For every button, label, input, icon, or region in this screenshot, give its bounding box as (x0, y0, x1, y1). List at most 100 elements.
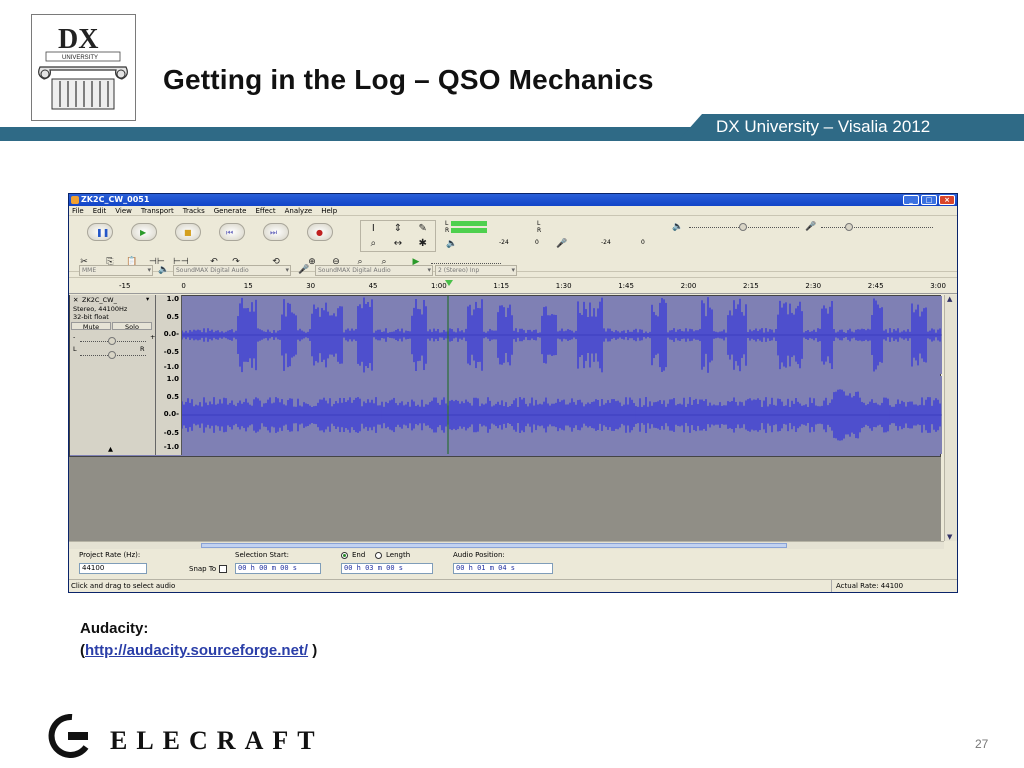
header-subtitle: DX University – Visalia 2012 (716, 117, 931, 136)
speaker-icon[interactable]: 🔈 (445, 238, 459, 250)
scroll-up-icon[interactable]: ▲ (947, 295, 952, 303)
audio-position-label: Audio Position: (453, 551, 505, 559)
envelope-tool-icon[interactable]: ⇕ (386, 221, 411, 236)
microphone-icon[interactable]: 🎤 (555, 238, 569, 250)
stop-button[interactable]: ■ (175, 223, 201, 241)
selection-end-field[interactable]: 00 h 03 m 00 s (341, 563, 433, 574)
waveform-display[interactable] (182, 296, 942, 454)
ruler-tick-label: 15 (243, 282, 253, 290)
menu-view[interactable]: View (115, 206, 132, 215)
track-control-panel: ✕ ZK2C_CW_ ▾ Stereo, 44100Hz 32-bit floa… (70, 295, 156, 455)
caption-link-line: (http://audacity.sourceforge.net/ ) (80, 640, 317, 662)
menu-effect[interactable]: Effect (255, 206, 275, 215)
project-rate-select[interactable]: 44100 (79, 563, 147, 574)
meter-scale-label: -24 (601, 239, 611, 246)
pan-right-label: R (140, 345, 145, 353)
app-icon (71, 196, 79, 204)
vertical-scrollbar[interactable]: ▲ ▼ (944, 295, 957, 541)
solo-button[interactable]: Solo (112, 322, 152, 331)
input-volume-slider[interactable] (821, 227, 933, 228)
skip-start-icon: ⏮ (226, 228, 234, 237)
level-meter: L R L R 🔈 -24 0 🎤 -24 0 (445, 220, 645, 250)
amplitude-label: 0.5 (166, 313, 179, 321)
mute-button[interactable]: Mute (71, 322, 111, 331)
pause-button[interactable]: ❚❚ (87, 223, 113, 241)
menu-file[interactable]: File (72, 206, 84, 215)
pan-knob[interactable] (108, 351, 116, 359)
audacity-link[interactable]: http://audacity.sourceforge.net/ (85, 642, 308, 659)
scroll-down-icon[interactable]: ▼ (947, 533, 952, 541)
gain-knob[interactable] (108, 337, 116, 345)
audio-host-select[interactable]: MME (79, 265, 153, 276)
snap-to-label: Snap To (189, 565, 217, 573)
menu-transport[interactable]: Transport (141, 206, 174, 215)
input-volume-knob[interactable] (845, 223, 853, 231)
track-name[interactable]: ZK2C_CW_ (82, 296, 117, 304)
meter-left-bar (451, 221, 487, 226)
menu-analyze[interactable]: Analyze (285, 206, 313, 215)
horizontal-scrollbar[interactable] (69, 541, 944, 549)
draw-tool-icon[interactable]: ✎ (410, 221, 435, 236)
ruler-tick-label: 1:45 (618, 282, 634, 290)
collapse-track-icon[interactable]: ▲ (108, 445, 113, 453)
end-radio[interactable] (341, 552, 348, 559)
minimize-button[interactable]: _ (903, 195, 919, 205)
skip-start-button[interactable]: ⏮ (219, 223, 245, 241)
amplitude-label: -1.0 (163, 363, 179, 371)
menu-edit[interactable]: Edit (93, 206, 107, 215)
logo-subtext: UNIVERSITY (62, 55, 98, 61)
menu-generate[interactable]: Generate (214, 206, 247, 215)
ruler-tick-label: 0 (181, 282, 186, 290)
selection-start-field[interactable]: 00 h 00 m 00 s (235, 563, 321, 574)
caption: Audacity: (http://audacity.sourceforge.n… (80, 618, 317, 662)
amplitude-label: 0.0- (163, 410, 179, 418)
amplitude-label: 1.0 (166, 295, 179, 303)
horizontal-scroll-thumb[interactable] (201, 543, 787, 548)
audio-position-field[interactable]: 00 h 01 m 04 s (453, 563, 553, 574)
input-device-select[interactable]: SoundMAX Digital Audio (315, 265, 433, 276)
input-channels-select[interactable]: 2 (Stereo) Inp (435, 265, 517, 276)
input-volume-icon: 🎤 (805, 222, 817, 232)
selection-tool-icon[interactable]: I (361, 221, 386, 236)
length-radio[interactable] (375, 552, 382, 559)
status-hint: Click and drag to select audio (71, 582, 176, 590)
multi-tool-icon[interactable]: ✱ (410, 236, 435, 251)
footer-brand: ELECRAFT (110, 726, 324, 755)
amplitude-scale: 1.0 0.5 0.0- -0.5 -1.0 1.0 0.5 0.0- -0.5 -1.0 (156, 295, 182, 455)
track-close-icon[interactable]: ✕ (73, 296, 78, 304)
tools-palette: I ⇕ ✎ ⌕ ↔ ✱ (360, 220, 436, 252)
snap-to-checkbox[interactable] (219, 565, 227, 573)
skip-end-button[interactable]: ⏭ (263, 223, 289, 241)
track-menu-chevron-icon[interactable]: ▾ (146, 295, 149, 303)
record-button[interactable]: ● (307, 223, 333, 241)
menu-tracks[interactable]: Tracks (183, 206, 205, 215)
audacity-window: ZK2C_CW_0051 _ □ × File Edit View Transp… (68, 193, 958, 593)
menu-bar: File Edit View Transport Tracks Generate… (69, 206, 957, 216)
output-device-icon: 🔈 (158, 265, 170, 275)
end-label: End (352, 551, 366, 559)
ruler-tick-label: 2:15 (743, 282, 759, 290)
pan-left-label: L (73, 345, 77, 353)
amplitude-label: 1.0 (166, 375, 179, 383)
record-icon: ● (316, 228, 323, 237)
meter-scale-label: -24 (499, 239, 509, 246)
meter-right-bar (451, 228, 487, 233)
zoom-tool-icon[interactable]: ⌕ (361, 236, 386, 251)
gain-minus-label: - (73, 333, 76, 341)
output-volume-knob[interactable] (739, 223, 747, 231)
ruler-tick-label: -15 (119, 282, 131, 290)
logo-text: DX (58, 24, 98, 55)
maximize-button[interactable]: □ (921, 195, 937, 205)
play-button[interactable]: ▶ (131, 223, 157, 241)
length-label: Length (386, 551, 411, 559)
output-device-select[interactable]: SoundMAX Digital Audio (173, 265, 291, 276)
caption-label: Audacity: (80, 620, 149, 637)
page-number: 27 (975, 737, 989, 751)
timeshift-tool-icon[interactable]: ↔ (386, 236, 411, 251)
output-volume-icon: 🔈 (672, 222, 684, 232)
ruler-tick-label: 45 (368, 282, 378, 290)
menu-help[interactable]: Help (321, 206, 337, 215)
timeline-ruler[interactable]: -15 0 15 30 45 1:00 1:15 1:30 1:45 2:00 2:15 2:30 2:… (69, 280, 957, 294)
close-button[interactable]: × (939, 195, 955, 205)
skip-end-icon: ⏭ (270, 228, 278, 237)
